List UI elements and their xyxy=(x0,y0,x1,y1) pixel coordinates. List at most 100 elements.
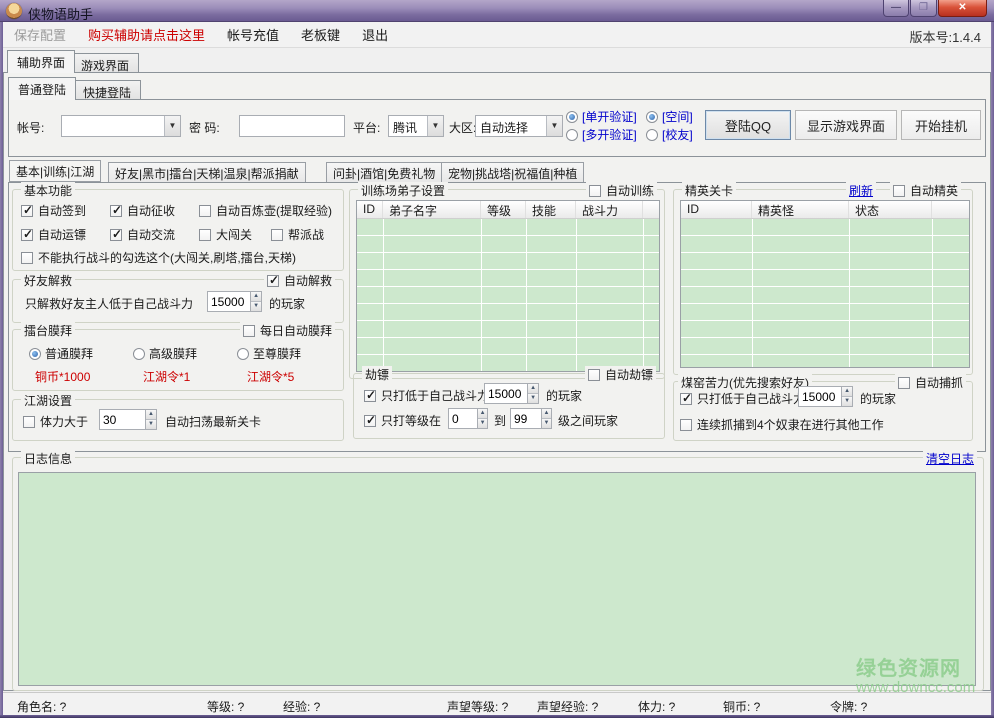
col-elite-monster[interactable]: 精英怪 xyxy=(752,201,849,218)
menu-recharge[interactable]: 帐号充值 xyxy=(216,21,290,48)
menu-buy-assist[interactable]: 购买辅助请点击这里 xyxy=(77,21,216,48)
spinner-buttons[interactable]: ▲▼ xyxy=(841,386,853,407)
radio-advanced-worship[interactable]: 高级膜拜 xyxy=(133,345,197,362)
spinner-input[interactable] xyxy=(484,383,527,404)
menu-boss-key[interactable]: 老板键 xyxy=(290,21,351,48)
checkbox-box xyxy=(23,416,35,428)
region-select[interactable]: 自动选择 ▼ xyxy=(475,115,563,137)
close-button[interactable]: ✕ xyxy=(938,0,987,17)
checkbox-mine-power-limit[interactable]: 只打低于自己战斗力 xyxy=(680,390,805,407)
spin-up-icon[interactable]: ▲ xyxy=(146,410,156,419)
checkbox-box xyxy=(199,205,211,217)
col-disciple-name[interactable]: 弟子名字 xyxy=(383,201,481,218)
spin-down-icon[interactable]: ▼ xyxy=(842,396,852,406)
spinner-input[interactable] xyxy=(448,408,477,429)
minimize-button[interactable]: — xyxy=(883,0,909,17)
spinner-input[interactable] xyxy=(207,291,250,312)
radio-single-verify[interactable]: [单开验证] xyxy=(566,108,637,125)
spin-up-icon[interactable]: ▲ xyxy=(251,292,261,301)
group-title: 江湖设置 xyxy=(21,392,75,409)
checkbox-stamina[interactable]: 体力大于 xyxy=(23,413,88,430)
password-input[interactable] xyxy=(239,115,345,137)
checkbox-auto-pot[interactable]: 自动百炼壶(提取经验) xyxy=(199,202,332,219)
spin-down-icon[interactable]: ▼ xyxy=(528,393,538,403)
checkbox-auto-training[interactable]: 自动训练 xyxy=(586,182,657,199)
spin-up-icon[interactable]: ▲ xyxy=(528,384,538,393)
chevron-down-icon[interactable]: ▼ xyxy=(427,116,443,136)
login-qq-button[interactable]: 登陆QQ xyxy=(705,110,791,140)
checkbox-auto-rob[interactable]: 自动劫镖 xyxy=(585,366,656,383)
spinner-buttons[interactable]: ▲▼ xyxy=(145,409,157,430)
rob-level-to-spinner[interactable]: ▲▼ xyxy=(510,408,552,429)
refresh-link[interactable]: 刷新 xyxy=(846,182,876,199)
checkbox-rob-power-limit[interactable]: 只打低于自己战斗力 xyxy=(364,387,489,404)
checkbox-gang-war[interactable]: 帮派战 xyxy=(271,226,324,243)
menu-exit[interactable]: 退出 xyxy=(351,21,399,48)
radio-alumni[interactable]: [校友] xyxy=(646,126,693,143)
radio-multi-verify[interactable]: [多开验证] xyxy=(566,126,637,143)
account-combobox[interactable]: ▼ xyxy=(61,115,181,137)
spin-down-icon[interactable]: ▼ xyxy=(542,418,551,428)
checkbox-mine-continue-work[interactable]: 连续抓捕到4个奴隶在进行其他工作 xyxy=(680,416,884,433)
tab-basic-training-jianghu[interactable]: 基本|训练|江湖 xyxy=(9,160,101,182)
elite-table-body[interactable] xyxy=(681,219,969,367)
log-output[interactable] xyxy=(18,472,976,686)
clear-log-link[interactable]: 清空日志 xyxy=(923,450,977,467)
checkbox-daily-worship[interactable]: 每日自动膜拜 xyxy=(240,322,335,339)
checkbox-auto-elite[interactable]: 自动精英 xyxy=(890,182,961,199)
checkbox-auto-chat[interactable]: 自动交流 xyxy=(110,226,175,243)
menu-save-config[interactable]: 保存配置 xyxy=(3,21,77,48)
chevron-down-icon[interactable]: ▼ xyxy=(546,116,562,136)
spinner-buttons[interactable]: ▲▼ xyxy=(250,291,262,312)
stamina-spinner[interactable]: ▲▼ xyxy=(99,409,157,430)
col-id[interactable]: ID xyxy=(357,201,383,218)
spin-down-icon[interactable]: ▼ xyxy=(251,301,261,311)
checkbox-auto-collect[interactable]: 自动征收 xyxy=(110,202,175,219)
rescue-power-spinner[interactable]: ▲▼ xyxy=(207,291,262,312)
elite-table[interactable]: ID 精英怪 状态 xyxy=(680,200,970,368)
checkbox-rob-level-range[interactable]: 只打等级在 xyxy=(364,412,441,429)
checkbox-auto-escort[interactable]: 自动运镖 xyxy=(21,226,86,243)
training-table[interactable]: ID 弟子名字 等级 技能 战斗力 xyxy=(356,200,660,372)
spinner-buttons[interactable]: ▲▼ xyxy=(541,408,552,429)
spinner-buttons[interactable]: ▲▼ xyxy=(527,383,539,404)
chevron-down-icon[interactable]: ▼ xyxy=(164,116,180,136)
spin-up-icon[interactable]: ▲ xyxy=(842,387,852,396)
checkbox-no-battle[interactable]: 不能执行战斗的勾选这个(大闯关,刷塔,擂台,天梯) xyxy=(21,249,296,266)
mine-power-spinner[interactable]: ▲▼ xyxy=(798,386,853,407)
col-level[interactable]: 等级 xyxy=(481,201,526,218)
spin-up-icon[interactable]: ▲ xyxy=(478,409,487,418)
tab-quick-login[interactable]: 快捷登陆 xyxy=(73,80,141,100)
spinner-buttons[interactable]: ▲▼ xyxy=(477,408,488,429)
spinner-input[interactable] xyxy=(510,408,541,429)
col-status[interactable]: 状态 xyxy=(849,201,932,218)
col-power[interactable]: 战斗力 xyxy=(576,201,643,218)
checkbox-auto-rescue[interactable]: 自动解救 xyxy=(264,272,335,289)
rob-power-spinner[interactable]: ▲▼ xyxy=(484,383,539,404)
radio-space[interactable]: [空间] xyxy=(646,108,693,125)
radio-normal-worship[interactable]: 普通膜拜 xyxy=(29,345,93,362)
rob-level-from-spinner[interactable]: ▲▼ xyxy=(448,408,488,429)
spin-down-icon[interactable]: ▼ xyxy=(478,418,487,428)
training-table-body[interactable] xyxy=(357,219,659,371)
rescue-suffix: 的玩家 xyxy=(269,295,305,312)
col-extra xyxy=(643,201,659,218)
tab-game-ui[interactable]: 游戏界面 xyxy=(71,53,139,73)
spin-down-icon[interactable]: ▼ xyxy=(146,419,156,429)
spin-up-icon[interactable]: ▲ xyxy=(542,409,551,418)
show-game-button[interactable]: 显示游戏界面 xyxy=(795,110,897,140)
checkbox-auto-signin[interactable]: 自动签到 xyxy=(21,202,86,219)
col-skill[interactable]: 技能 xyxy=(526,201,576,218)
maximize-button[interactable]: ❐ xyxy=(910,0,937,17)
checkbox-auto-capture[interactable]: 自动捕抓 xyxy=(895,374,966,391)
checkbox-box xyxy=(271,229,283,241)
start-hangup-button[interactable]: 开始挂机 xyxy=(901,110,981,140)
spinner-input[interactable] xyxy=(99,409,145,430)
tab-normal-login[interactable]: 普通登陆 xyxy=(8,77,76,100)
tab-assist-ui[interactable]: 辅助界面 xyxy=(7,50,75,73)
spinner-input[interactable] xyxy=(798,386,841,407)
platform-select[interactable]: 腾讯 ▼ xyxy=(388,115,444,137)
checkbox-big-pass[interactable]: 大闯关 xyxy=(199,226,252,243)
col-id[interactable]: ID xyxy=(681,201,752,218)
radio-supreme-worship[interactable]: 至尊膜拜 xyxy=(237,345,301,362)
